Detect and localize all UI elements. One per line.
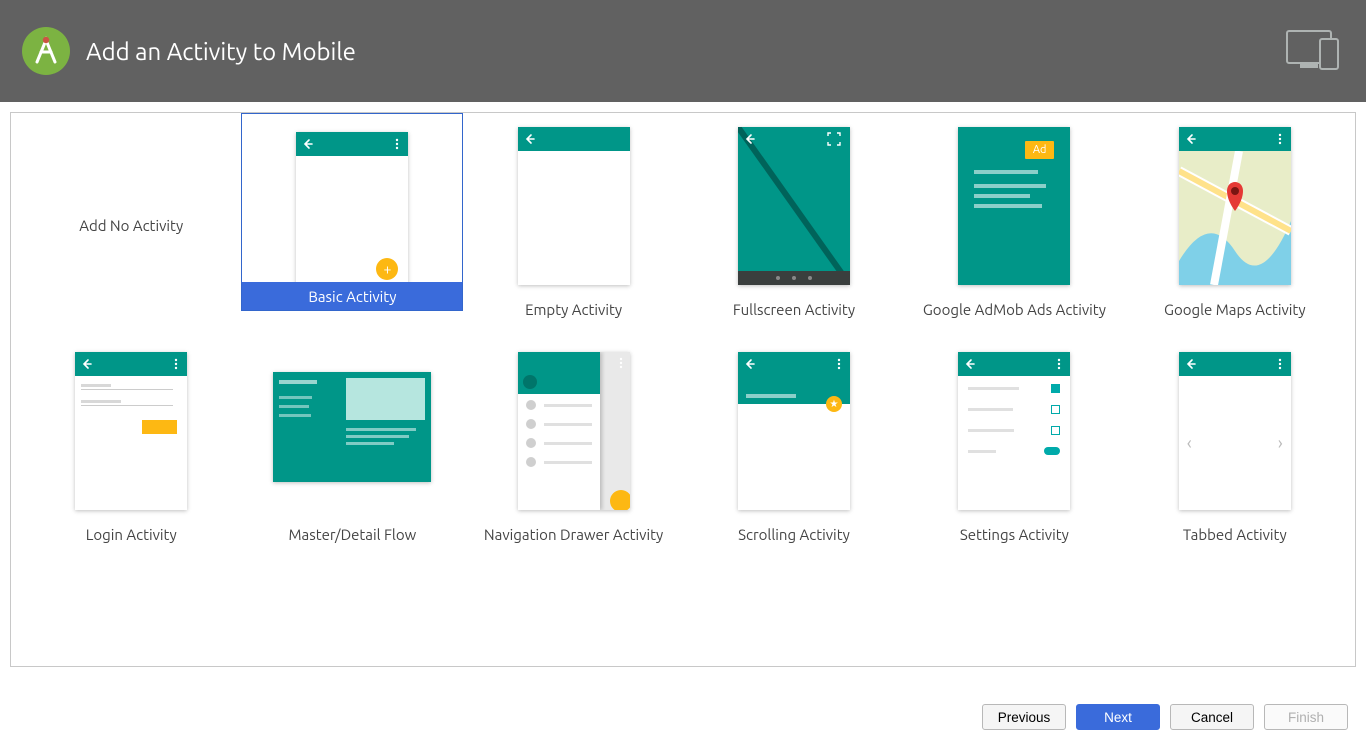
checkbox-icon (1051, 384, 1060, 393)
page-title: Add an Activity to Mobile (86, 38, 356, 65)
template-label: Scrolling Activity (738, 526, 850, 543)
wizard-header: Add an Activity to Mobile (0, 0, 1366, 102)
template-label: Master/Detail Flow (289, 526, 417, 543)
template-fullscreen-activity[interactable]: Fullscreen Activity (684, 113, 904, 338)
back-icon (81, 358, 93, 370)
template-master-detail-flow[interactable]: Master/Detail Flow (241, 338, 463, 563)
template-empty-activity[interactable]: Empty Activity (463, 113, 683, 338)
template-basic-activity[interactable]: + Basic Activity (241, 113, 463, 338)
template-label: Empty Activity (525, 301, 622, 318)
template-admob-activity[interactable]: Ad Google AdMob Ads Activity (904, 113, 1124, 338)
fullscreen-preview (738, 127, 850, 285)
checkbox-icon (1051, 426, 1060, 435)
overflow-icon (1275, 358, 1285, 370)
overflow-icon (1275, 133, 1285, 145)
template-label: Navigation Drawer Activity (484, 526, 663, 543)
next-button[interactable]: Next (1076, 704, 1160, 730)
ad-badge: Ad (1025, 141, 1055, 159)
overflow-icon (171, 358, 181, 370)
template-label: Settings Activity (960, 526, 1069, 543)
android-studio-logo (22, 27, 70, 75)
template-label: Google Maps Activity (1164, 301, 1306, 318)
map-preview (1179, 151, 1291, 285)
finish-button: Finish (1264, 704, 1348, 730)
toggle-icon (1044, 447, 1060, 455)
template-label: Fullscreen Activity (733, 301, 855, 318)
chevron-left-icon: ‹ (1187, 433, 1192, 453)
template-tabbed-activity[interactable]: ‹ › Tabbed Activity (1125, 338, 1345, 563)
template-settings-activity[interactable]: Settings Activity (904, 338, 1124, 563)
template-label: Tabbed Activity (1183, 526, 1287, 543)
previous-button[interactable]: Previous (982, 704, 1066, 730)
template-google-maps-activity[interactable]: Google Maps Activity (1125, 113, 1345, 338)
template-add-no-activity[interactable]: Add No Activity (21, 113, 241, 338)
overflow-icon (834, 358, 844, 370)
template-navigation-drawer-activity[interactable]: Navigation Drawer Activity (463, 338, 683, 563)
template-gallery: Add No Activity + Basic Activity (10, 112, 1356, 667)
overflow-icon (616, 357, 626, 369)
back-icon (744, 358, 756, 370)
overflow-icon (1054, 358, 1064, 370)
template-label: Login Activity (86, 526, 177, 543)
back-icon (524, 133, 536, 145)
back-icon (302, 138, 314, 150)
android-studio-icon (27, 32, 65, 70)
template-label: Basic Activity (242, 282, 462, 310)
fab-icon: + (376, 258, 398, 280)
device-group-icon (1286, 30, 1340, 72)
back-icon (1185, 358, 1197, 370)
checkbox-icon (1051, 405, 1060, 414)
template-scrolling-activity[interactable]: ★ Scrolling Activity (684, 338, 904, 563)
back-icon (1185, 133, 1197, 145)
wizard-footer: Previous Next Cancel Finish (982, 704, 1348, 730)
template-label: Add No Activity (79, 217, 183, 234)
back-icon (964, 358, 976, 370)
cancel-button[interactable]: Cancel (1170, 704, 1254, 730)
overflow-icon (392, 138, 402, 150)
template-login-activity[interactable]: Login Activity (21, 338, 241, 563)
chevron-right-icon: › (1278, 433, 1283, 453)
template-label: Google AdMob Ads Activity (923, 301, 1106, 318)
